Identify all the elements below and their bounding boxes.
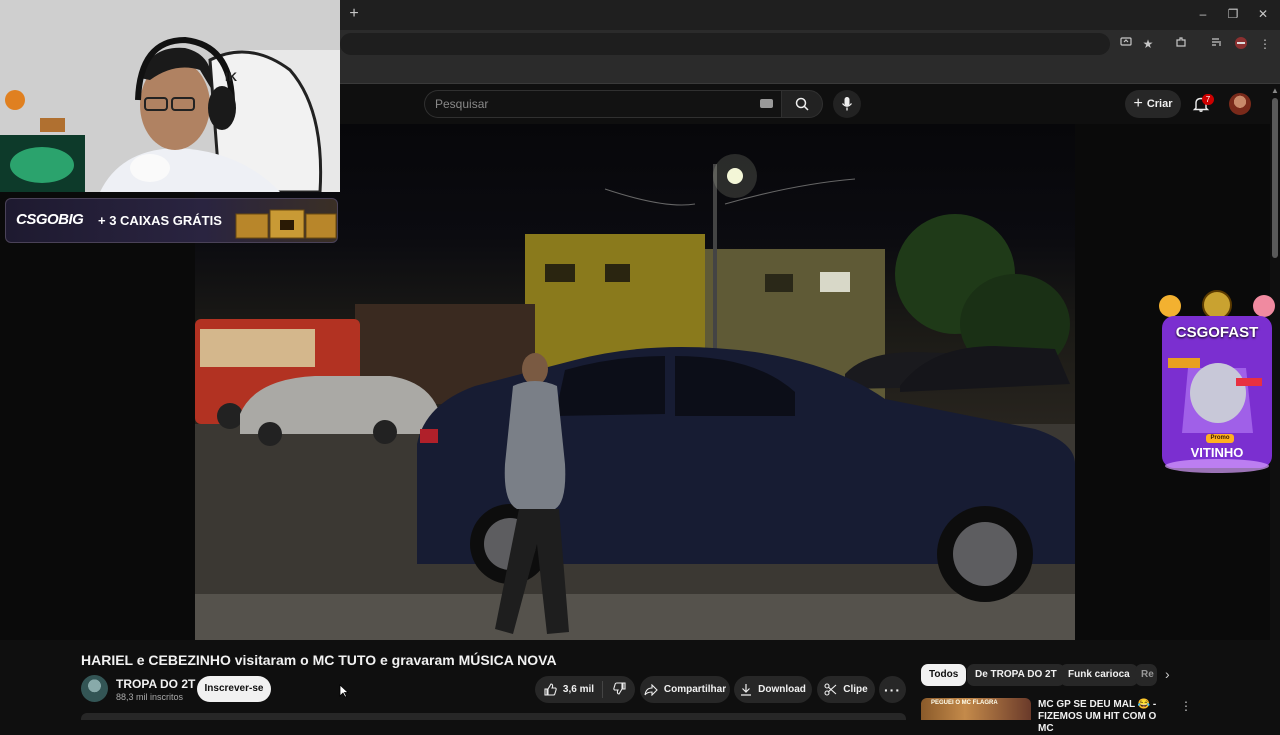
treasure-chests-icon <box>235 209 337 239</box>
chip-funk-carioca[interactable]: Funk carioca <box>1060 664 1138 686</box>
thumbnail-text: PEGUEI O MC FLAGRA <box>931 700 998 706</box>
more-vertical-icon[interactable]: ⋮ <box>1180 699 1192 713</box>
like-button[interactable]: 3,6 mil <box>544 681 604 698</box>
browser-menu-icon[interactable]: ⋮ <box>1257 36 1273 52</box>
restore-button[interactable]: ❐ <box>1222 6 1244 22</box>
like-count: 3,6 mil <box>562 684 595 695</box>
dislike-button[interactable] <box>609 681 626 698</box>
cast-icon[interactable] <box>1118 36 1134 52</box>
search-button[interactable] <box>781 90 823 118</box>
channel-avatar[interactable] <box>81 675 108 702</box>
subscribe-button[interactable]: Inscrever-se <box>197 676 271 702</box>
sponsor-offer: + 3 CAIXAS GRÁTIS <box>98 213 222 228</box>
download-button[interactable]: Download <box>734 676 812 703</box>
streamer-camera-image <box>0 0 340 192</box>
minimize-button[interactable]: – <box>1192 6 1214 22</box>
media-controls-icon[interactable] <box>1209 36 1225 52</box>
mouse-cursor-icon <box>339 684 349 698</box>
notification-count-badge: 7 <box>1202 94 1214 105</box>
share-arrow-icon <box>644 683 658 696</box>
ad-brand: CSGOFAST <box>1175 324 1259 341</box>
thumbs-up-icon <box>544 683 557 696</box>
extensions-icon[interactable] <box>1173 36 1189 52</box>
subscriber-count: 88,3 mil inscritos <box>116 692 184 702</box>
search-box[interactable] <box>424 90 781 118</box>
like-dislike-group: 3,6 mil <box>535 676 635 703</box>
chevron-right-icon[interactable]: › <box>1165 666 1170 682</box>
recommendation-thumbnail[interactable]: PEGUEI O MC FLAGRA <box>921 698 1031 720</box>
scissors-icon <box>824 683 837 696</box>
video-title: HARIEL e CEBEZINHO visitaram o MC TUTO e… <box>81 652 557 668</box>
keyboard-icon[interactable] <box>760 99 773 108</box>
description-box[interactable] <box>81 713 906 720</box>
sponsor-banner: CSGOBIG + 3 CAIXAS GRÁTIS <box>5 198 338 243</box>
chip-related[interactable]: Re <box>1135 664 1157 686</box>
address-bar[interactable] <box>340 33 1110 55</box>
sponsor-brand: CSGOBIG <box>16 211 84 228</box>
ad-user-name: VITINHO <box>1190 445 1244 460</box>
close-window-button[interactable]: ✕ <box>1252 6 1274 22</box>
more-actions-button[interactable]: ··· <box>879 676 906 703</box>
chip-all[interactable]: Todos <box>921 664 967 686</box>
search-icon <box>795 97 809 111</box>
ad-promo-tag: Promo <box>1206 434 1234 443</box>
thumbs-down-icon <box>613 681 626 695</box>
share-label: Compartilhar <box>663 684 727 695</box>
side-advertisement[interactable]: CSGOFAST Promo VITINHO <box>1158 288 1276 478</box>
bookmark-star-icon[interactable]: ★ <box>1140 36 1156 52</box>
clip-button[interactable]: Clipe <box>817 676 875 703</box>
voice-search-button[interactable] <box>833 90 861 118</box>
create-button[interactable]: + Criar <box>1125 90 1181 118</box>
search-input[interactable] <box>435 91 735 117</box>
scroll-up-arrow-icon[interactable]: ▲ <box>1271 86 1279 95</box>
profile-extension-icon[interactable] <box>1233 36 1249 52</box>
microphone-icon <box>841 97 853 111</box>
chip-from-channel[interactable]: De TROPA DO 2T <box>967 664 1065 686</box>
download-label: Download <box>758 684 806 695</box>
webcam-overlay: IK <box>0 0 340 192</box>
channel-name[interactable]: TROPA DO 2T <box>116 677 195 691</box>
plus-icon: + <box>1133 95 1143 112</box>
share-button[interactable]: Compartilhar <box>640 676 730 703</box>
clip-label: Clipe <box>843 684 868 695</box>
create-label: Criar <box>1146 98 1173 110</box>
download-icon <box>741 684 752 696</box>
scrollbar-thumb[interactable] <box>1272 98 1278 258</box>
new-tab-button[interactable]: + <box>346 6 362 22</box>
headset-brand-text: IK <box>225 70 237 84</box>
recommendation-title[interactable]: MC GP SE DEU MAL 😂 - FIZEMOS UM HIT COM … <box>1038 699 1168 735</box>
user-avatar[interactable] <box>1229 93 1251 115</box>
